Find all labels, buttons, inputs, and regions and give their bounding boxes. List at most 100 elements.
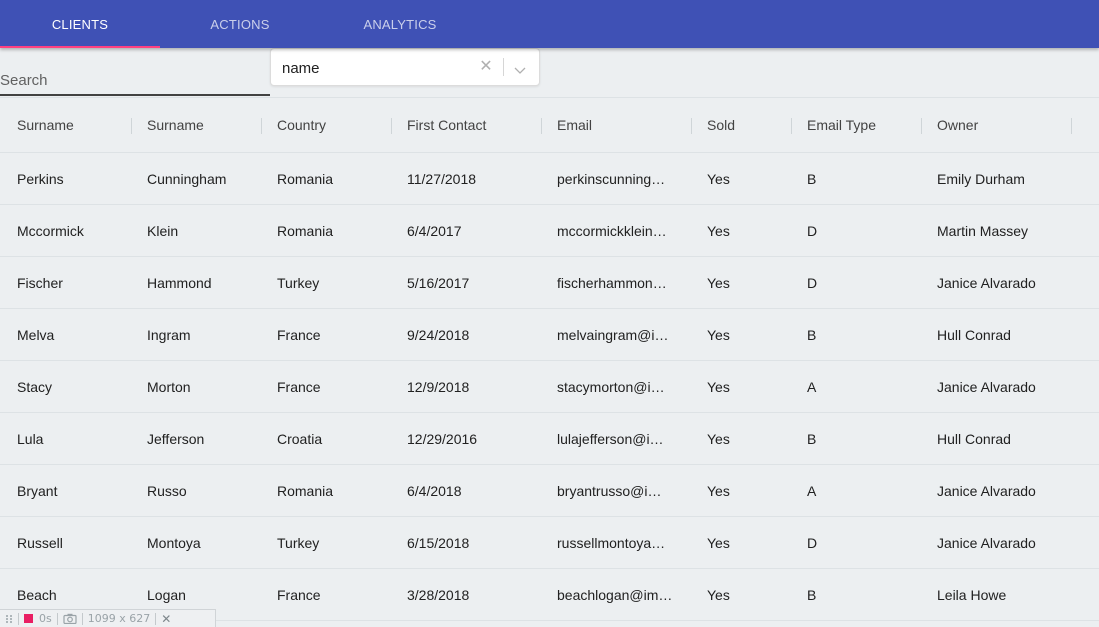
cell-email: perkinscunning… xyxy=(557,170,666,187)
cell-sold: Yes xyxy=(707,274,730,291)
tab-clients-label: CLIENTS xyxy=(51,16,109,32)
timer: 0s xyxy=(39,612,52,625)
tab-actions-label: ACTIONS xyxy=(210,16,270,32)
clients-table: Surname Surname Country First Contact Email S… xyxy=(0,97,1099,627)
cell-surname: Fischer xyxy=(17,274,63,291)
tab-clients[interactable]: CLIENTS xyxy=(0,0,160,48)
col-email-header[interactable]: Email xyxy=(557,98,692,152)
cell-email-type: D xyxy=(807,534,818,551)
cell-email-type: B xyxy=(807,326,817,343)
cell-email-type: D xyxy=(807,274,818,291)
cell-owner: Hull Conrad xyxy=(937,430,1011,447)
cell-surname: Mccormick xyxy=(17,222,84,239)
table-row[interactable]: Russell Montoya Turkey 6/15/2018 russellmont… xyxy=(0,517,1099,569)
cell-email-type: B xyxy=(807,170,817,187)
cell-email: mccormickklein… xyxy=(557,222,667,239)
table-row[interactable]: Stacy Morton France 12/9/2018 stacymorton@i…… xyxy=(0,361,1099,413)
cell-country: Turkey xyxy=(277,534,320,551)
column-separator[interactable] xyxy=(921,118,922,134)
cell-sold: Yes xyxy=(707,534,730,551)
close-icon[interactable]: ✕ xyxy=(156,610,176,627)
table-row[interactable]: Perkins Cunningham Romania 11/27/2018 perkin… xyxy=(0,153,1099,205)
cell-email: russellmontoya… xyxy=(557,534,666,551)
record-button[interactable]: 0s xyxy=(19,610,57,627)
table-row[interactable]: Lula Jefferson Croatia 12/29/2016 lulajeffer… xyxy=(0,413,1099,465)
cell-first-contact: 6/15/2018 xyxy=(407,534,470,551)
cell-surname-2: Russo xyxy=(147,482,187,499)
column-separator[interactable] xyxy=(791,118,792,134)
cell-sold: Yes xyxy=(707,586,730,603)
cell-first-contact: 11/27/2018 xyxy=(407,170,477,187)
cell-email-type: B xyxy=(807,586,817,603)
col-surname-2-header[interactable]: Surname xyxy=(147,98,267,152)
cell-surname: Perkins xyxy=(17,170,64,187)
cell-email: fischerhammon… xyxy=(557,274,667,291)
cell-country: France xyxy=(277,378,321,395)
cell-country: France xyxy=(277,326,321,343)
cell-email: beachlogan@im… xyxy=(557,586,673,603)
cell-surname-2: Morton xyxy=(147,378,191,395)
drag-handle-icon[interactable] xyxy=(0,610,18,627)
cell-country: Romania xyxy=(277,170,334,187)
table-row[interactable]: Mccormick Klein Romania 6/4/2017 mccormickkl… xyxy=(0,205,1099,257)
cell-owner: Martin Massey xyxy=(937,222,1029,239)
cell-sold: Yes xyxy=(707,430,730,447)
cell-first-contact: 6/4/2018 xyxy=(407,482,462,499)
cell-email-type: A xyxy=(807,482,817,499)
column-separator[interactable] xyxy=(261,118,262,134)
column-separator[interactable] xyxy=(1071,118,1072,134)
cell-sold: Yes xyxy=(707,326,730,343)
tab-actions[interactable]: ACTIONS xyxy=(160,0,320,48)
col-first-contact-header[interactable]: First Contact xyxy=(407,98,547,152)
table-row[interactable]: Bryant Russo Romania 6/4/2018 bryantrusso@i…… xyxy=(0,465,1099,517)
cell-first-contact: 5/16/2017 xyxy=(407,274,470,291)
tab-analytics[interactable]: ANALYTICS xyxy=(320,0,480,48)
cell-country: Turkey xyxy=(277,274,320,291)
camera-icon[interactable] xyxy=(58,610,82,627)
col-sold-header[interactable]: Sold xyxy=(707,98,797,152)
cell-surname-2: Hammond xyxy=(147,274,212,291)
cell-country: Croatia xyxy=(277,430,323,447)
cell-owner: Janice Alvarado xyxy=(937,378,1036,395)
cell-owner: Emily Durham xyxy=(937,170,1025,187)
cell-surname: Stacy xyxy=(17,378,53,395)
app-bar: CLIENTS ACTIONS ANALYTICS xyxy=(0,0,1099,48)
chevron-down-icon[interactable] xyxy=(514,62,526,74)
cell-country: Romania xyxy=(277,482,334,499)
column-separator[interactable] xyxy=(691,118,692,134)
cell-surname: Melva xyxy=(17,326,55,343)
cell-surname-2: Montoya xyxy=(147,534,201,551)
cell-email-type: D xyxy=(807,222,818,239)
field-select-value: name xyxy=(282,60,320,77)
cell-surname: Bryant xyxy=(17,482,58,499)
col-email-type-header[interactable]: Email Type xyxy=(807,98,927,152)
cell-first-contact: 9/24/2018 xyxy=(407,326,470,343)
recorder-status-bar: 0s 1099 x 627 ✕ xyxy=(0,609,216,627)
column-separator[interactable] xyxy=(541,118,542,134)
cell-surname-2: Klein xyxy=(147,222,179,239)
cell-sold: Yes xyxy=(707,170,730,187)
table-row[interactable]: Fischer Hammond Turkey 5/16/2017 fischerhamm… xyxy=(0,257,1099,309)
record-icon xyxy=(24,614,33,623)
search-input[interactable] xyxy=(0,56,262,94)
close-icon[interactable]: ✕ xyxy=(478,57,494,77)
cell-owner: Hull Conrad xyxy=(937,326,1011,343)
field-select[interactable]: name ✕ xyxy=(270,48,540,86)
cell-surname-2: Ingram xyxy=(147,326,191,343)
cell-email-type: A xyxy=(807,378,817,395)
search-field xyxy=(0,56,270,96)
tab-analytics-label: ANALYTICS xyxy=(363,16,437,32)
col-owner-header[interactable]: Owner xyxy=(937,98,1077,152)
column-separator[interactable] xyxy=(391,118,392,134)
select-separator xyxy=(503,58,504,76)
cell-first-contact: 12/29/2016 xyxy=(407,430,478,447)
cell-email: melvaingram@i… xyxy=(557,326,669,343)
col-surname-header[interactable]: Surname xyxy=(17,98,137,152)
table-header: Surname Surname Country First Contact Email S… xyxy=(0,97,1099,153)
column-separator[interactable] xyxy=(131,118,132,134)
table-row[interactable]: Melva Ingram France 9/24/2018 melvaingram@i…… xyxy=(0,309,1099,361)
cell-email: bryantrusso@i… xyxy=(557,482,662,499)
cell-surname-2: Cunningham xyxy=(147,170,227,187)
cell-email: lulajefferson@i… xyxy=(557,430,664,447)
col-country-header[interactable]: Country xyxy=(277,98,397,152)
